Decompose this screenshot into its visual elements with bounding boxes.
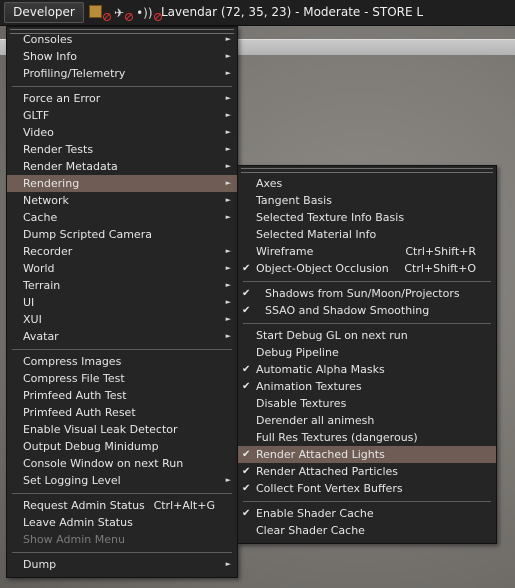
menu-item-selected-texture-info-basis[interactable]: Selected Texture Info Basis xyxy=(238,209,496,226)
menu-item-object-object-occlusion[interactable]: ✔ Object-Object Occlusion Ctrl+Shift+O xyxy=(238,260,496,277)
submenu-arrow-icon: ► xyxy=(225,196,231,204)
menu-item-video[interactable]: Video ► xyxy=(7,124,237,141)
checkmark-icon: ✔ xyxy=(242,381,251,392)
menu-item-selected-material-info[interactable]: Selected Material Info xyxy=(238,226,496,243)
menu-item-clear-shader-cache[interactable]: Clear Shader Cache xyxy=(238,522,496,539)
submenu-arrow-icon: ► xyxy=(225,560,231,568)
checkmark-icon: ✔ xyxy=(242,466,251,477)
menu-item-dump-scripted-camera[interactable]: Dump Scripted Camera xyxy=(7,226,237,243)
menu-item-force-an-error[interactable]: Force an Error ► xyxy=(7,90,237,107)
submenu-arrow-icon: ► xyxy=(225,94,231,102)
submenu-arrow-icon: ► xyxy=(225,35,231,43)
menu-separator xyxy=(12,552,232,553)
menu-separator xyxy=(243,501,491,502)
parcel-status-icons: ✈ •)) xyxy=(89,5,164,21)
submenu-arrow-icon: ► xyxy=(225,213,231,221)
menu-separator xyxy=(12,493,232,494)
menu-item-output-debug-minidump[interactable]: Output Debug Minidump xyxy=(7,438,237,455)
checkmark-icon: ✔ xyxy=(242,288,251,299)
menu-item-profiling-telemetry[interactable]: Profiling/Telemetry ► xyxy=(7,65,237,82)
checkmark-icon: ✔ xyxy=(242,305,251,316)
menu-item-ui[interactable]: UI ► xyxy=(7,294,237,311)
menu-item-show-info[interactable]: Show Info ► xyxy=(7,48,237,65)
menu-item-ssao-shadow-smoothing[interactable]: ✔ SSAO and Shadow Smoothing xyxy=(238,302,496,319)
menu-item-start-debug-gl[interactable]: Start Debug GL on next run xyxy=(238,327,496,344)
submenu-arrow-icon: ► xyxy=(225,179,231,187)
menu-item-compress-images[interactable]: Compress Images xyxy=(7,353,237,370)
menu-item-derender-all-animesh[interactable]: Derender all animesh xyxy=(238,412,496,429)
submenu-arrow-icon: ► xyxy=(225,145,231,153)
submenu-arrow-icon: ► xyxy=(225,69,231,77)
menu-item-network[interactable]: Network ► xyxy=(7,192,237,209)
menu-item-debug-pipeline[interactable]: Debug Pipeline xyxy=(238,344,496,361)
menu-separator xyxy=(12,349,232,350)
submenu-arrow-icon: ► xyxy=(225,111,231,119)
submenu-arrow-icon: ► xyxy=(225,332,231,340)
shortcut-label: Ctrl+Shift+O xyxy=(404,262,476,275)
submenu-arrow-icon: ► xyxy=(225,247,231,255)
menu-item-primfeed-auth-reset[interactable]: Primfeed Auth Reset xyxy=(7,404,237,421)
menu-item-render-attached-lights[interactable]: ✔ Render Attached Lights xyxy=(238,446,496,463)
menu-item-cache[interactable]: Cache ► xyxy=(7,209,237,226)
submenu-arrow-icon: ► xyxy=(225,128,231,136)
developer-menu: Consoles ► Show Info ► Profiling/Telemetry… xyxy=(6,26,238,578)
menu-separator xyxy=(243,281,491,282)
menu-item-automatic-alpha-masks[interactable]: ✔ Automatic Alpha Masks xyxy=(238,361,496,378)
menu-item-request-admin-status[interactable]: Request Admin Status Ctrl+Alt+G xyxy=(7,497,237,514)
menu-item-axes[interactable]: Axes xyxy=(238,175,496,192)
menu-item-render-metadata[interactable]: Render Metadata ► xyxy=(7,158,237,175)
submenu-arrow-icon: ► xyxy=(225,264,231,272)
build-icon[interactable] xyxy=(89,5,102,21)
menu-item-dump[interactable]: Dump ► xyxy=(7,556,237,573)
menu-item-xui[interactable]: XUI ► xyxy=(7,311,237,328)
voice-icon[interactable]: •)) xyxy=(136,6,152,20)
menu-item-console-window-next-run[interactable]: Console Window on next Run xyxy=(7,455,237,472)
menu-item-animation-textures[interactable]: ✔ Animation Textures xyxy=(238,378,496,395)
checkmark-icon: ✔ xyxy=(242,508,251,519)
menu-separator xyxy=(243,323,491,324)
menu-item-tangent-basis[interactable]: Tangent Basis xyxy=(238,192,496,209)
submenu-arrow-icon: ► xyxy=(225,281,231,289)
menu-item-rendering[interactable]: Rendering ► xyxy=(7,175,237,192)
menu-item-world[interactable]: World ► xyxy=(7,260,237,277)
menu-item-shadows-sun-moon-projectors[interactable]: ✔ Shadows from Sun/Moon/Projectors xyxy=(238,285,496,302)
menu-item-leave-admin-status[interactable]: Leave Admin Status xyxy=(7,514,237,531)
menu-item-gltf[interactable]: GLTF ► xyxy=(7,107,237,124)
checkmark-icon: ✔ xyxy=(242,483,251,494)
menu-item-enable-visual-leak-detector[interactable]: Enable Visual Leak Detector xyxy=(7,421,237,438)
submenu-arrow-icon: ► xyxy=(225,52,231,60)
menu-item-wireframe[interactable]: Wireframe Ctrl+Shift+R xyxy=(238,243,496,260)
submenu-arrow-icon: ► xyxy=(225,315,231,323)
no-fly-icon xyxy=(125,13,134,21)
menu-item-enable-shader-cache[interactable]: ✔ Enable Shader Cache xyxy=(238,505,496,522)
menu-item-primfeed-auth-test[interactable]: Primfeed Auth Test xyxy=(7,387,237,404)
top-status-bar: Developer ✈ •)) Lavendar (72, 35, 23) - … xyxy=(0,0,515,26)
menu-item-collect-font-vertex-buffers[interactable]: ✔ Collect Font Vertex Buffers xyxy=(238,480,496,497)
menu-item-render-tests[interactable]: Render Tests ► xyxy=(7,141,237,158)
location-label[interactable]: Lavendar (72, 35, 23) - Moderate - STORE… xyxy=(161,5,423,19)
menu-item-disable-textures[interactable]: Disable Textures xyxy=(238,395,496,412)
menu-item-compress-file-test[interactable]: Compress File Test xyxy=(7,370,237,387)
menu-item-recorder[interactable]: Recorder ► xyxy=(7,243,237,260)
submenu-arrow-icon: ► xyxy=(225,476,231,484)
menu-item-consoles[interactable]: Consoles ► xyxy=(7,31,237,48)
menu-item-render-attached-particles[interactable]: ✔ Render Attached Particles xyxy=(238,463,496,480)
shortcut-label: Ctrl+Alt+G xyxy=(153,499,215,512)
submenu-arrow-icon: ► xyxy=(225,298,231,306)
menu-separator xyxy=(12,86,232,87)
menu-item-terrain[interactable]: Terrain ► xyxy=(7,277,237,294)
no-build-icon xyxy=(103,13,111,21)
checkmark-icon: ✔ xyxy=(242,364,251,375)
menu-item-show-admin-menu: Show Admin Menu xyxy=(23,533,125,546)
rendering-submenu: Axes Tangent Basis Selected Texture Info… xyxy=(237,165,497,544)
shortcut-label: Ctrl+Shift+R xyxy=(405,245,476,258)
menu-item-full-res-textures[interactable]: Full Res Textures (dangerous) xyxy=(238,429,496,446)
developer-menu-button[interactable]: Developer xyxy=(4,2,84,23)
submenu-arrow-icon: ► xyxy=(225,162,231,170)
checkmark-icon: ✔ xyxy=(242,263,251,274)
checkmark-icon: ✔ xyxy=(242,449,251,460)
menu-item-set-logging-level[interactable]: Set Logging Level ► xyxy=(7,472,237,489)
menu-item-avatar[interactable]: Avatar ► xyxy=(7,328,237,345)
fly-icon[interactable]: ✈ xyxy=(114,6,124,20)
